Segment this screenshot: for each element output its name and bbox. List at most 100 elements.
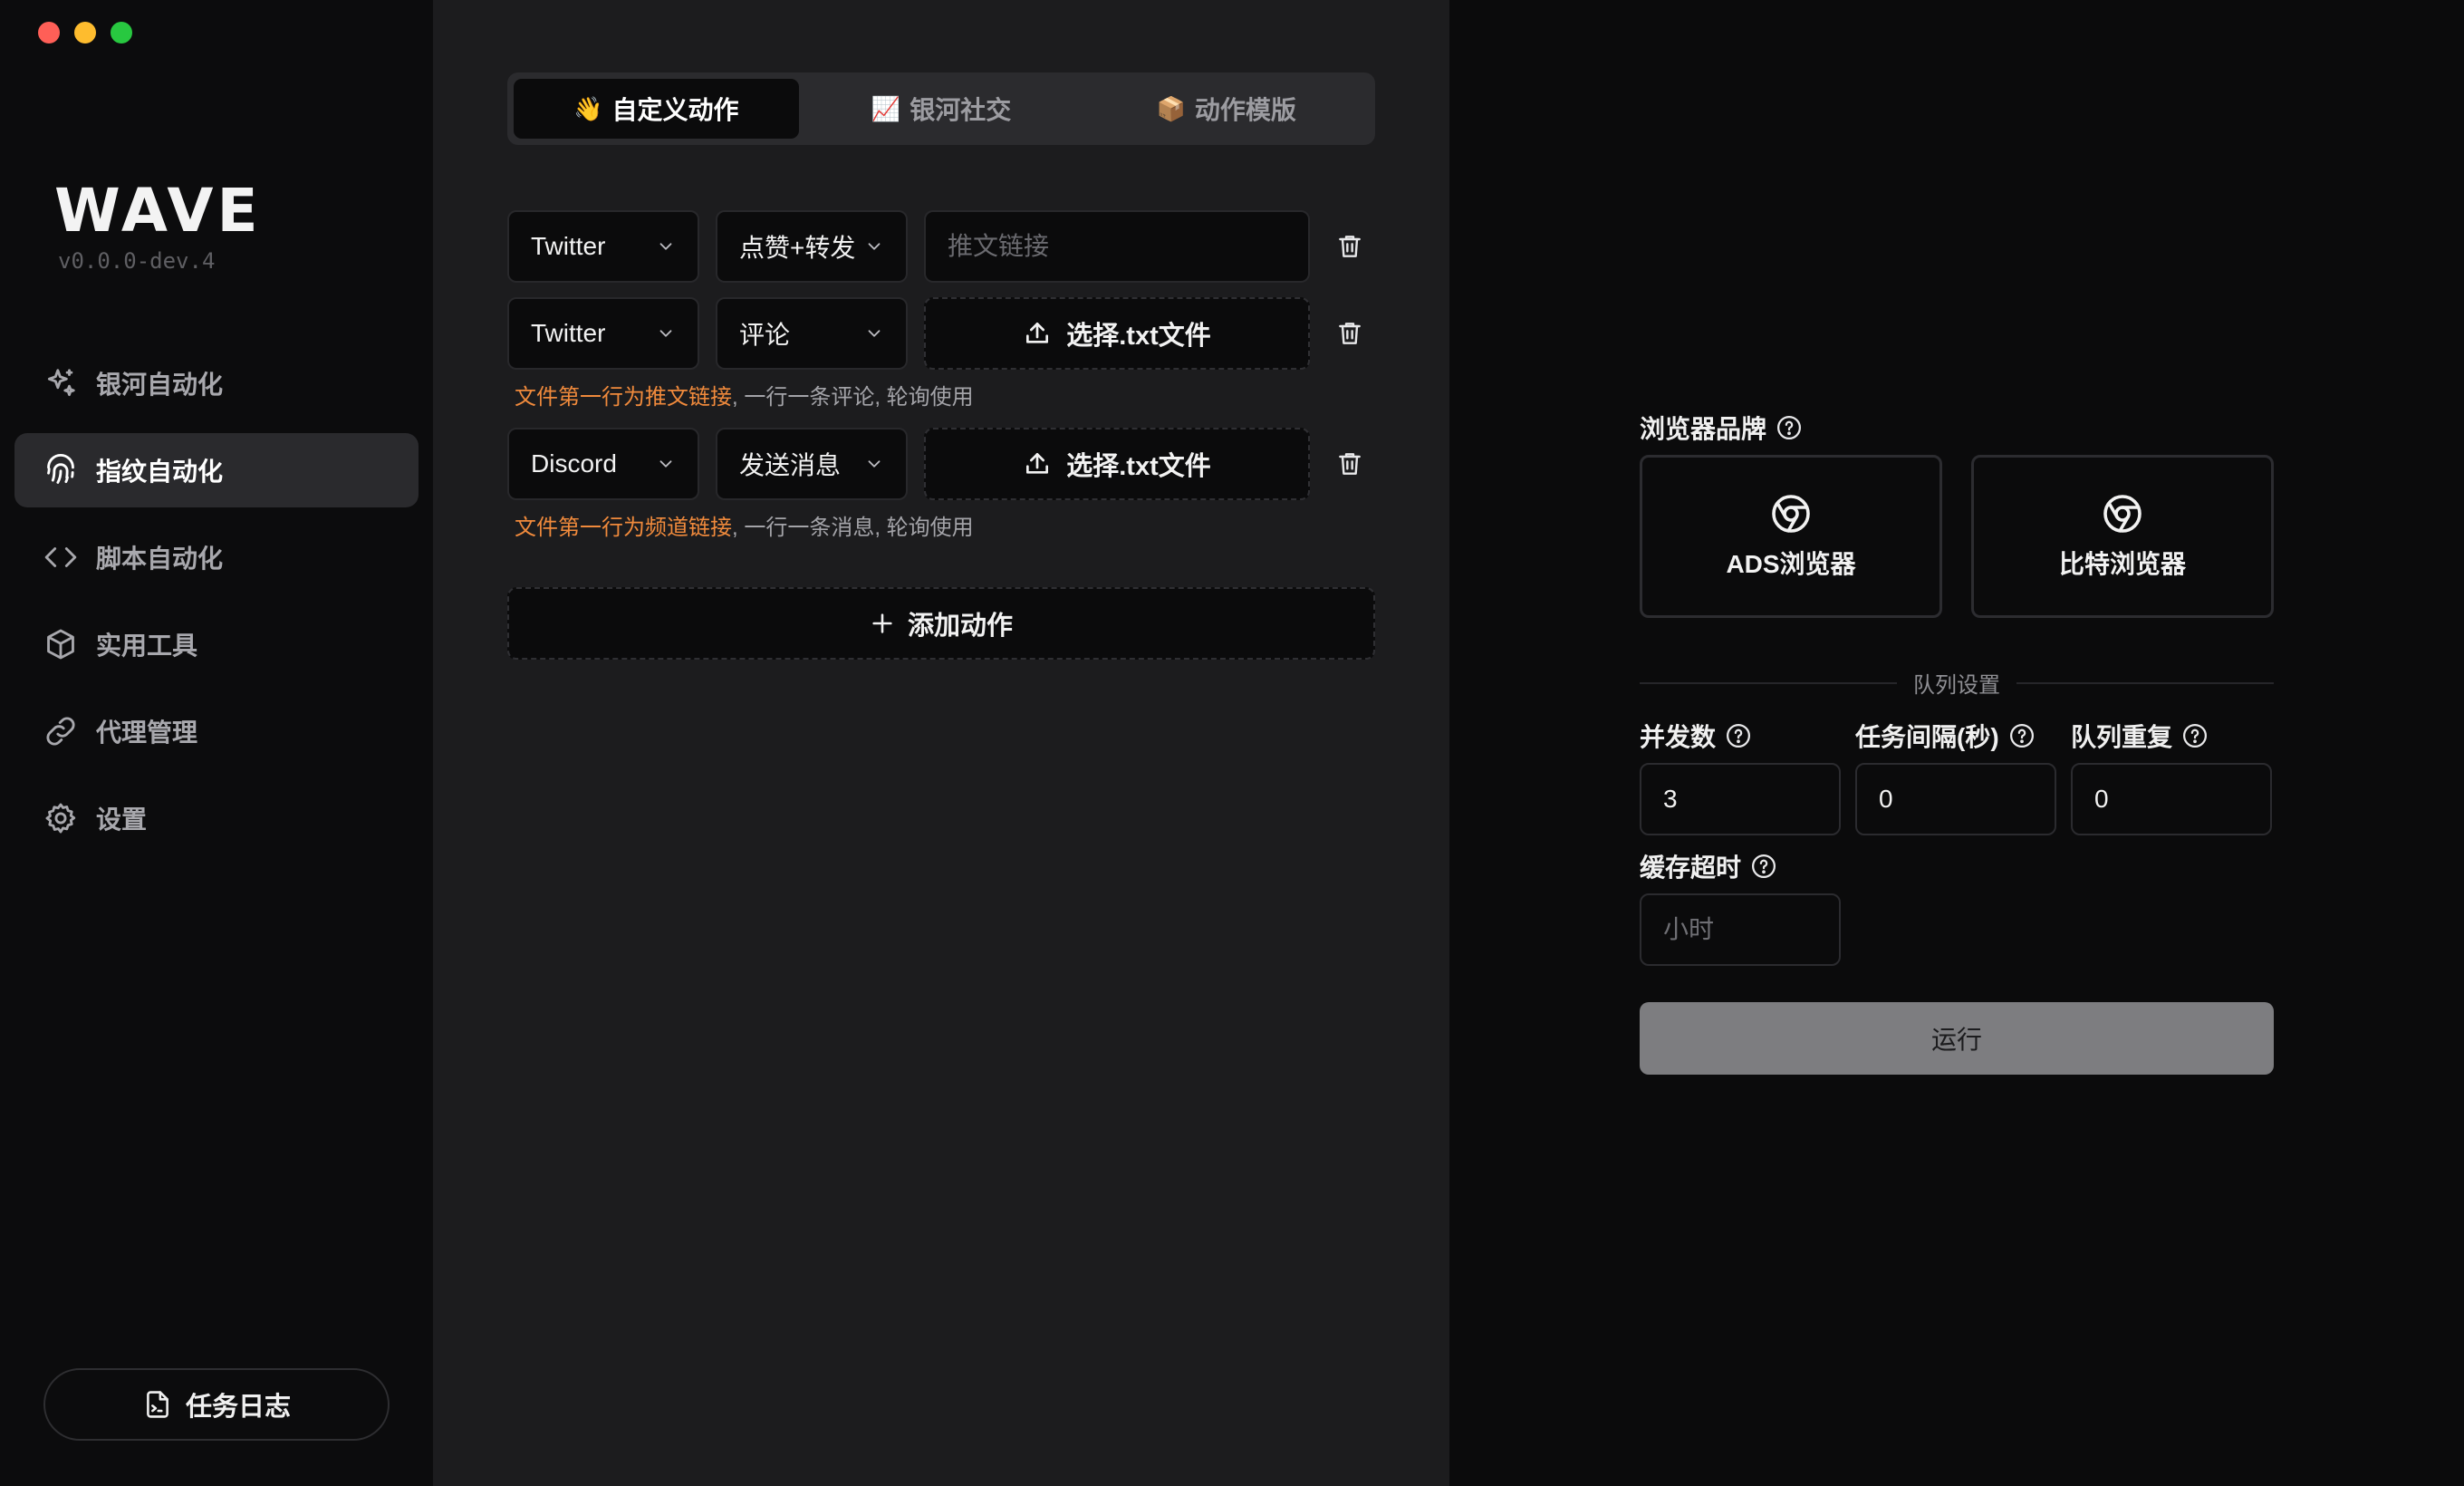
- minimize-window-button[interactable]: [74, 22, 96, 43]
- chevron-down-icon: [868, 243, 881, 250]
- cache-timeout-label: 缓存超时: [1640, 848, 1777, 884]
- tweet-link-input[interactable]: [924, 210, 1310, 283]
- upload-icon: [1026, 323, 1049, 343]
- action-row: Twitter 点赞+转发: [507, 210, 1370, 283]
- help-icon[interactable]: [1750, 853, 1777, 880]
- trash-icon: [1339, 453, 1361, 475]
- sidebar-item-label: 银河自动化: [96, 371, 224, 399]
- task-interval-text: 任务间隔(秒): [1855, 723, 1999, 751]
- sidebar-item-script-automation[interactable]: 脚本自动化: [14, 520, 419, 594]
- link-icon: [46, 717, 75, 746]
- hint-highlight: 文件第一行为推文链接: [515, 385, 732, 410]
- action-type-select-value: 评论: [739, 321, 791, 349]
- add-action-button[interactable]: 添加动作: [507, 587, 1375, 660]
- chevron-down-icon: [868, 330, 881, 337]
- delete-action-button[interactable]: [1330, 314, 1370, 353]
- sidebar: WAVE v0.0.0-dev.4 银河自动化 指纹自动化 脚本自动化 实用工具…: [0, 0, 433, 1486]
- sidebar-nav: 银河自动化 指纹自动化 脚本自动化 实用工具 代理管理 设置: [14, 346, 419, 868]
- platform-select-value: Twitter: [531, 319, 606, 347]
- concurrency-input[interactable]: [1640, 763, 1841, 835]
- tab-custom-actions[interactable]: 👋 自定义动作: [514, 79, 799, 139]
- browser-option-label: 比特浏览器: [2058, 550, 2186, 578]
- tab-label: 银河社交: [910, 96, 1012, 124]
- help-icon[interactable]: [2181, 722, 2209, 749]
- package-icon: 📦: [1156, 94, 1186, 122]
- action-row: Discord 发送消息 选择.txt文件: [507, 428, 1370, 500]
- concurrency-label: 并发数: [1640, 718, 1752, 754]
- hint-text: , 一行一条评论, 轮询使用: [732, 385, 974, 410]
- sparkles-icon: [47, 369, 75, 397]
- action-hint: 文件第一行为推文链接, 一行一条评论, 轮询使用: [515, 379, 974, 410]
- tab-label: 自定义动作: [611, 96, 739, 124]
- box-icon: [47, 629, 74, 660]
- ads-browser-option[interactable]: ADS浏览器: [1640, 455, 1942, 618]
- app-version: v0.0.0-dev.4: [58, 248, 216, 274]
- bit-browser-option[interactable]: 比特浏览器: [1971, 455, 2274, 618]
- delete-action-button[interactable]: [1330, 227, 1370, 266]
- action-type-select-value: 点赞+转发: [739, 234, 856, 262]
- chrome-icon: [2103, 495, 2142, 533]
- tab-galaxy-social[interactable]: 📈 银河社交: [799, 79, 1084, 139]
- sidebar-item-proxy-management[interactable]: 代理管理: [14, 694, 419, 768]
- trash-icon: [1339, 236, 1361, 257]
- file-terminal-icon: [147, 1391, 168, 1418]
- sidebar-item-label: 指纹自动化: [96, 458, 224, 486]
- action-row: Twitter 评论 选择.txt文件: [507, 297, 1370, 370]
- queue-repeat-label: 队列重复: [2071, 718, 2209, 754]
- hint-highlight: 文件第一行为频道链接: [515, 516, 732, 540]
- tab-label: 动作模版: [1194, 96, 1296, 124]
- chevron-down-icon: [659, 243, 672, 250]
- task-interval-label: 任务间隔(秒): [1855, 718, 2036, 754]
- sidebar-item-label: 脚本自动化: [96, 545, 224, 573]
- waving-hand-icon: 👋: [573, 94, 603, 122]
- window-controls: [38, 22, 132, 43]
- fingerprint-icon: [47, 453, 74, 484]
- add-action-label: 添加动作: [907, 612, 1013, 641]
- chevron-down-icon: [659, 330, 672, 337]
- sidebar-item-tools[interactable]: 实用工具: [14, 607, 419, 681]
- code-icon: [44, 547, 77, 567]
- action-type-select[interactable]: 发送消息: [716, 428, 908, 500]
- settings-panel: 浏览器品牌 ADS浏览器 比特浏览器 队列设置 并发数 任务间隔(秒) 队列重复…: [1449, 0, 2464, 1486]
- queue-repeat-text: 队列重复: [2071, 723, 2173, 751]
- platform-select-value: Twitter: [531, 232, 606, 260]
- app-logo: WAVE: [54, 176, 262, 246]
- browser-brand-label: 浏览器品牌: [1640, 410, 1803, 446]
- platform-select[interactable]: Twitter: [507, 210, 699, 283]
- action-type-select-value: 发送消息: [739, 451, 842, 479]
- browser-brand-text: 浏览器品牌: [1640, 415, 1767, 443]
- maximize-window-button[interactable]: [111, 22, 132, 43]
- cache-timeout-input[interactable]: [1640, 893, 1841, 966]
- upload-icon: [1026, 453, 1049, 474]
- platform-select-value: Discord: [531, 449, 617, 478]
- help-icon[interactable]: [1776, 414, 1803, 441]
- platform-select[interactable]: Discord: [507, 428, 699, 500]
- chart-icon: 📈: [871, 94, 901, 122]
- sidebar-item-label: 实用工具: [96, 632, 198, 660]
- sidebar-item-fingerprint-automation[interactable]: 指纹自动化: [14, 433, 419, 507]
- upload-txt-button[interactable]: 选择.txt文件: [924, 428, 1310, 500]
- actions-panel: 👋 自定义动作 📈 银河社交 📦 动作模版 Twitter 点赞+转发 Twit…: [433, 0, 1449, 1486]
- platform-select[interactable]: Twitter: [507, 297, 699, 370]
- delete-action-button[interactable]: [1330, 444, 1370, 484]
- upload-label: 选择.txt文件: [1066, 322, 1211, 351]
- tab-action-templates[interactable]: 📦 动作模版: [1083, 79, 1369, 139]
- sidebar-item-label: 设置: [96, 806, 148, 834]
- action-type-select[interactable]: 评论: [716, 297, 908, 370]
- upload-txt-button[interactable]: 选择.txt文件: [924, 297, 1310, 370]
- help-icon[interactable]: [2008, 722, 2036, 749]
- sidebar-item-galaxy-automation[interactable]: 银河自动化: [14, 346, 419, 420]
- sidebar-item-settings[interactable]: 设置: [14, 781, 419, 855]
- run-button[interactable]: 运行: [1640, 1002, 2274, 1075]
- trash-icon: [1339, 323, 1361, 344]
- queue-repeat-input[interactable]: [2071, 763, 2272, 835]
- hint-text: , 一行一条消息, 轮询使用: [732, 516, 974, 540]
- close-window-button[interactable]: [38, 22, 60, 43]
- task-interval-input[interactable]: [1855, 763, 2056, 835]
- task-log-button[interactable]: 任务日志: [43, 1368, 390, 1441]
- help-icon[interactable]: [1725, 722, 1752, 749]
- queue-settings-divider: 队列设置: [1640, 667, 2274, 699]
- action-type-select[interactable]: 点赞+转发: [716, 210, 908, 283]
- sidebar-item-label: 代理管理: [96, 719, 198, 747]
- chevron-down-icon: [659, 460, 672, 468]
